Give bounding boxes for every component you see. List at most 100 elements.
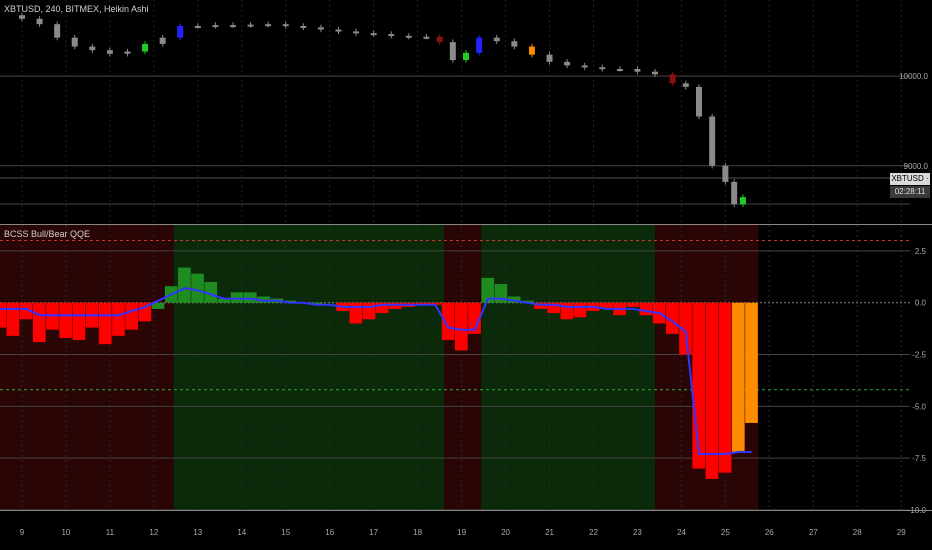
date-tick-label: 22 (589, 528, 598, 537)
candle-body (265, 24, 272, 27)
date-tick-label: 9 (20, 528, 25, 537)
symbol-label: XBTUSD, 240, BITMEX, Heikin Ashi (4, 4, 149, 14)
region-bull (481, 225, 656, 510)
region-bull (173, 225, 445, 510)
candle-body (194, 25, 201, 28)
histogram-bar (0, 302, 7, 328)
countdown-tag: 02:28:11 (890, 186, 930, 198)
candle-body (546, 54, 553, 62)
candle-body (300, 25, 307, 28)
candle-body (528, 46, 535, 55)
candle-body (476, 37, 483, 53)
qqe-axis: 2.50.0-2.5-5.0-7.5-10.0 (908, 247, 927, 515)
date-tick-label: 26 (765, 528, 774, 537)
candle-body (436, 36, 443, 43)
candle-body (616, 68, 623, 71)
histogram-bar (98, 302, 112, 345)
candle-body (423, 36, 430, 39)
last-price-tag: XBTUSD · 9257.5 (890, 173, 930, 195)
price-panel-grid (0, 0, 932, 225)
qqe-tick-label: 2.5 (915, 247, 927, 256)
candle-body (634, 68, 641, 72)
date-tick-label: 14 (237, 528, 246, 537)
trading-chart[interactable]: 10000.09000.0 2.50.0-2.5-5.0-7.5-10.0 91… (0, 0, 932, 550)
date-tick-label: 15 (281, 528, 290, 537)
date-tick-label: 19 (457, 528, 466, 537)
candle-body (124, 51, 131, 54)
histogram-bar (32, 302, 46, 343)
candle-body (18, 15, 25, 19)
histogram-bar (731, 302, 745, 452)
candle-body (177, 25, 184, 38)
date-tick-label: 27 (809, 528, 818, 537)
histogram-bar (718, 302, 732, 473)
candle-body (462, 52, 469, 61)
date-tick-label: 28 (853, 528, 862, 537)
qqe-tick-label: -7.5 (912, 454, 926, 463)
candle-body (731, 181, 738, 205)
histogram-bar (125, 302, 138, 330)
candle-body (405, 35, 412, 38)
candle-body (142, 43, 149, 52)
candle-body (247, 24, 254, 27)
histogram-bar (705, 302, 719, 479)
qqe-tick-label: -5.0 (912, 402, 926, 411)
candle-body (682, 83, 689, 87)
histogram-bar (243, 292, 257, 303)
candle-body (581, 65, 588, 68)
candle-body (564, 61, 571, 66)
histogram-bar (59, 302, 73, 338)
candle-body (652, 71, 659, 75)
candle-body (739, 197, 746, 205)
date-tick-label: 12 (149, 528, 158, 537)
date-tick-label: 16 (325, 528, 334, 537)
candle-body (722, 165, 729, 182)
histogram-bar (191, 273, 204, 303)
histogram-bar (230, 292, 244, 303)
region-bear (444, 225, 482, 510)
candle-body (370, 33, 377, 36)
candle-body (54, 24, 61, 38)
candle-body (282, 24, 289, 27)
candle-body (335, 29, 342, 32)
histogram-bar (6, 302, 20, 336)
histogram-bar (72, 302, 86, 341)
date-tick-label: 21 (545, 528, 554, 537)
date-tick-label: 25 (721, 528, 730, 537)
candle-body (106, 50, 113, 54)
histogram-bar (362, 302, 376, 320)
candle-body (388, 34, 395, 37)
histogram-bar (639, 302, 653, 316)
candle-body (449, 42, 456, 61)
candle-body (229, 25, 236, 28)
qqe-tick-label: -2.5 (912, 351, 926, 360)
qqe-tick-label: 0.0 (915, 299, 927, 308)
date-tick-label: 23 (633, 528, 642, 537)
histogram-bar (389, 302, 402, 309)
histogram-bar (112, 302, 125, 336)
qqe-background-regions (0, 225, 759, 510)
histogram-bar (573, 302, 587, 318)
candle-body (353, 31, 360, 34)
candle-body (599, 67, 606, 70)
date-axis: 9 10 11 12 13 14 15 16 17 18 19 20 21 22 23 24 25 26 27 28 2… (0, 510, 932, 537)
price-axis: 10000.0 9000.0 (899, 72, 928, 171)
candle-body (511, 41, 518, 47)
price-tick-label: 9000.0 (904, 162, 929, 171)
region-bear (0, 225, 174, 510)
date-tick-label: 17 (369, 528, 378, 537)
candle-body (159, 37, 166, 44)
date-tick-label: 11 (106, 528, 115, 537)
date-tick-label: 20 (501, 528, 510, 537)
histogram-bar (626, 302, 640, 307)
date-tick-label: 10 (61, 528, 70, 537)
indicator-label: BCSS Bull/Bear QQE (4, 229, 91, 239)
date-tick-label: 24 (677, 528, 686, 537)
candle-body (212, 25, 219, 28)
candle-body (71, 37, 78, 47)
price-tick-label: 10000.0 (899, 72, 928, 81)
histogram-bar (455, 302, 468, 351)
candle-body (493, 37, 500, 42)
candle-body (36, 18, 43, 25)
candle-body (89, 46, 96, 51)
